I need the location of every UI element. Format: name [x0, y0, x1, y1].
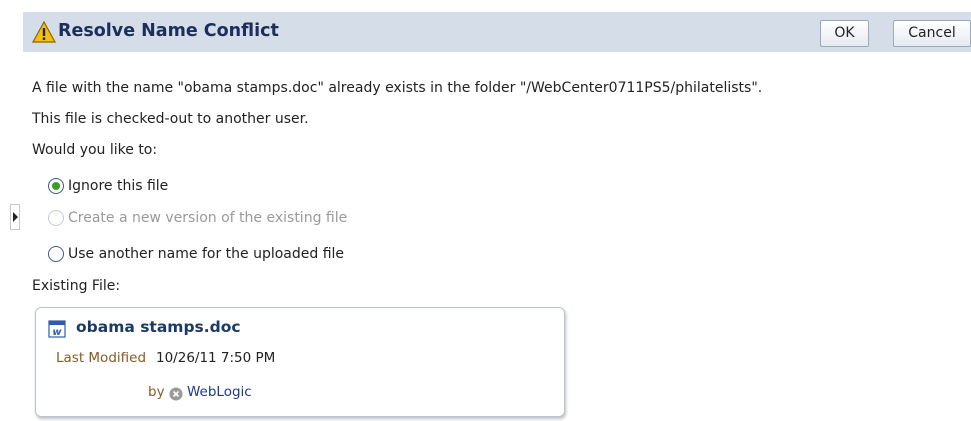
dialog-title: Resolve Name Conflict: [58, 21, 279, 41]
option-ignore-file-label: Ignore this file: [68, 178, 169, 194]
existing-file-name[interactable]: obama stamps.doc: [76, 318, 241, 336]
radio-another-name[interactable]: [48, 246, 64, 262]
existing-file-card: w obama stamps.doc Last Modified 10/26/1…: [35, 307, 565, 417]
warning-icon: [32, 21, 56, 43]
existing-file-label: Existing File:: [32, 278, 121, 294]
last-modified-value: 10/26/11 7:50 PM: [156, 350, 276, 366]
ok-button[interactable]: OK: [820, 20, 869, 47]
radio-new-version: [48, 210, 64, 226]
option-another-name[interactable]: Use another name for the uploaded file: [48, 243, 344, 265]
option-another-name-label: Use another name for the uploaded file: [68, 246, 345, 262]
question-label: Would you like to:: [32, 142, 158, 158]
expand-arrow-icon[interactable]: [10, 204, 20, 230]
option-new-version: Create a new version of the existing fil…: [48, 207, 347, 229]
option-ignore-file[interactable]: Ignore this file: [48, 175, 168, 197]
checkout-message: This file is checked-out to another user…: [32, 111, 309, 127]
svg-text:w: w: [52, 327, 62, 338]
option-new-version-label: Create a new version of the existing fil…: [68, 210, 348, 226]
radio-ignore-file[interactable]: [48, 178, 64, 194]
word-document-icon: w: [48, 320, 66, 338]
last-modified-label: Last Modified: [56, 350, 147, 366]
conflict-message: A file with the name "obama stamps.doc" …: [32, 80, 763, 96]
cancel-button[interactable]: Cancel: [893, 20, 971, 47]
dialog-header: Resolve Name Conflict OK Cancel: [23, 12, 971, 52]
user-status-icon: [169, 387, 183, 401]
modified-by-user-link[interactable]: WebLogic: [187, 384, 252, 400]
modified-by-label: by: [148, 384, 165, 400]
